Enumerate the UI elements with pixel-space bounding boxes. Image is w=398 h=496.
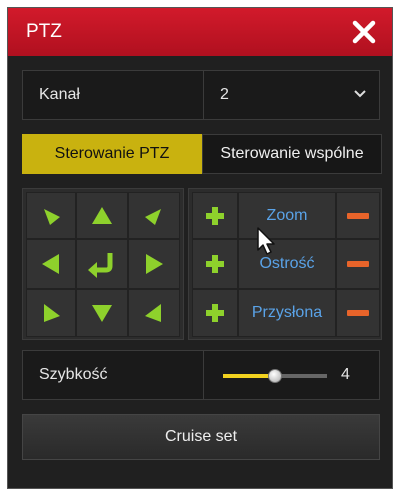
title-bar: PTZ: [8, 8, 392, 56]
divider: [203, 351, 204, 399]
pan-right-button[interactable]: [128, 239, 180, 289]
return-icon: [88, 253, 113, 278]
pan-up-button[interactable]: [76, 192, 128, 239]
arrow-down-left-icon: [44, 304, 60, 322]
minus-icon: [347, 212, 369, 219]
pan-left-button[interactable]: [26, 239, 76, 289]
speed-value: 4: [341, 366, 350, 383]
slider-thumb[interactable]: [268, 369, 282, 383]
focus-label: Ostrość: [238, 239, 336, 289]
tab-ptz-control[interactable]: Sterowanie PTZ: [22, 134, 202, 174]
dialog-title: PTZ: [26, 21, 62, 42]
ptz-dialog: PTZ Kanał 2 Sterowanie PTZ Sterowanie ws…: [7, 7, 393, 489]
close-icon[interactable]: [348, 16, 380, 48]
pan-down-right-button[interactable]: [128, 289, 180, 337]
channel-select[interactable]: 2: [204, 71, 379, 119]
speed-row: Szybkość 4: [22, 350, 380, 400]
arrow-up-right-icon: [145, 208, 161, 225]
iris-label: Przysłona: [238, 289, 336, 337]
mouse-cursor-icon: [257, 227, 275, 255]
plus-icon: [206, 255, 224, 273]
arrow-up-icon: [92, 206, 112, 224]
iris-close-button[interactable]: [336, 289, 380, 337]
iris-open-button[interactable]: [192, 289, 238, 337]
arrow-up-left-icon: [44, 208, 60, 225]
focus-near-button[interactable]: [192, 239, 238, 289]
arrow-left-icon: [42, 254, 59, 274]
pan-down-left-button[interactable]: [26, 289, 76, 337]
speed-label: Szybkość: [39, 366, 108, 383]
focus-far-button[interactable]: [336, 239, 380, 289]
arrow-right-icon: [146, 254, 163, 274]
zoom-label: Zoom: [238, 192, 336, 239]
cruise-set-button[interactable]: Cruise set: [22, 414, 380, 460]
pan-up-left-button[interactable]: [26, 192, 76, 239]
direction-pad: [22, 188, 184, 340]
speed-slider[interactable]: [223, 369, 327, 383]
channel-value: 2: [220, 86, 229, 103]
plus-icon: [206, 206, 224, 225]
minus-icon: [347, 261, 369, 267]
pan-down-button[interactable]: [76, 289, 128, 337]
channel-label: Kanał: [39, 86, 80, 103]
channel-row: Kanał 2: [22, 70, 380, 120]
pan-up-right-button[interactable]: [128, 192, 180, 239]
zoom-out-button[interactable]: [336, 192, 380, 239]
plus-icon: [206, 304, 224, 322]
tab-common-control[interactable]: Sterowanie wspólne: [202, 134, 382, 174]
home-button[interactable]: [76, 239, 128, 289]
chevron-down-icon: [354, 90, 366, 98]
minus-icon: [347, 310, 369, 316]
lens-controls: Zoom Ostrość Przysłona: [188, 188, 382, 340]
arrow-down-icon: [92, 305, 112, 322]
zoom-in-button[interactable]: [192, 192, 238, 239]
arrow-down-right-icon: [145, 304, 161, 322]
